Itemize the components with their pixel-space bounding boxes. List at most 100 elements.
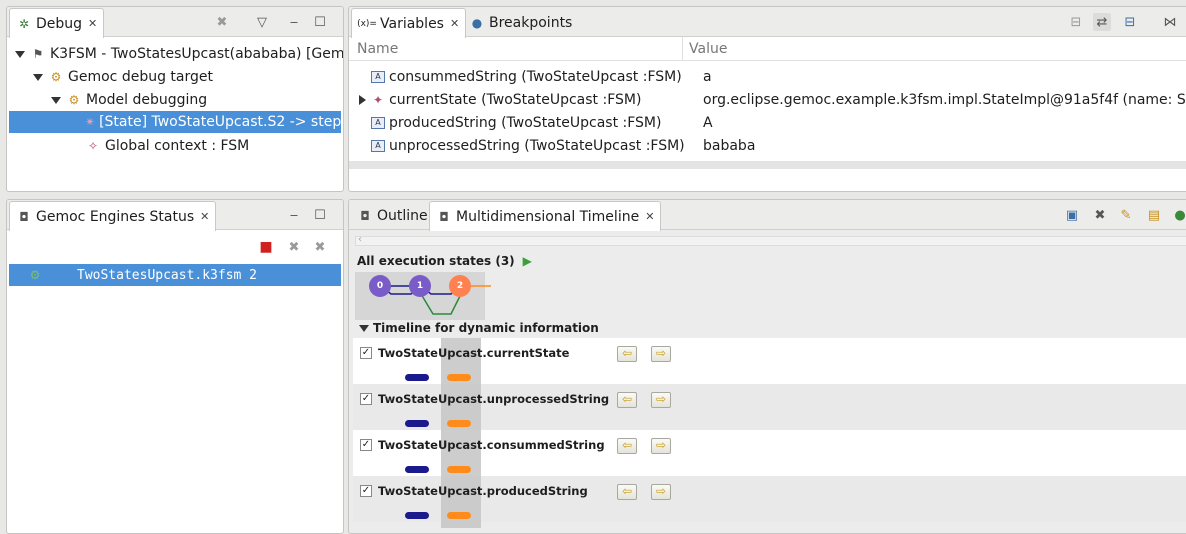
- tree-item-label: [State] TwoStateUpcast.S2 -> step(): [99, 114, 344, 130]
- remove-all-engines-icon[interactable]: ✖: [311, 238, 329, 256]
- view-menu-icon[interactable]: ▽: [253, 13, 271, 31]
- past-value-marker[interactable]: [405, 374, 429, 381]
- minimize-icon[interactable]: ‒: [285, 206, 303, 224]
- current-value-marker[interactable]: [447, 374, 471, 381]
- engine-list-item[interactable]: ⚙ TwoStatesUpcast.k3fsm 2: [9, 264, 341, 286]
- column-value[interactable]: Value: [689, 41, 727, 57]
- variable-value: org.eclipse.gemoc.example.k3fsm.impl.Sta…: [703, 92, 1186, 108]
- step-forward-button[interactable]: ⇨: [651, 346, 671, 362]
- step-forward-button[interactable]: ⇨: [651, 484, 671, 500]
- remove-engine-icon[interactable]: ✖: [285, 238, 303, 256]
- breakpoints-icon: ●: [471, 15, 483, 30]
- timeline-row-checkbox[interactable]: ✓: [360, 393, 372, 405]
- tab-breakpoints-label: Breakpoints: [489, 14, 573, 31]
- past-value-marker[interactable]: [405, 466, 429, 473]
- tree-item-debug-target[interactable]: ⚙ Gemoc debug target: [33, 66, 213, 88]
- expand-icon[interactable]: [359, 324, 369, 332]
- tab-variables-label: Variables: [380, 15, 444, 32]
- all-states-header: All execution states (3) ▶: [357, 254, 532, 268]
- tree-item-launch[interactable]: ⚑ K3FSM - TwoStatesUpcast(abababa) [Gemo…: [15, 43, 343, 65]
- play-icon[interactable]: ▶: [523, 254, 532, 268]
- past-value-marker[interactable]: [405, 512, 429, 519]
- lock-icon[interactable]: ▤: [1145, 206, 1163, 224]
- tree-item-label: Global context : FSM: [105, 138, 250, 154]
- collapse-all-icon[interactable]: ⊟: [1121, 13, 1139, 31]
- close-icon[interactable]: ✕: [200, 210, 209, 223]
- dynamic-info-header[interactable]: Timeline for dynamic information: [359, 321, 599, 335]
- variable-value: a: [703, 69, 712, 85]
- current-value-marker[interactable]: [447, 466, 471, 473]
- step-backward-button[interactable]: ⇦: [617, 438, 637, 454]
- minimize-icon[interactable]: ‒: [285, 13, 303, 31]
- scroll-left-icon[interactable]: ‹: [358, 234, 362, 245]
- tab-debug[interactable]: ✲ Debug ✕: [9, 8, 105, 38]
- step-forward-button[interactable]: ⇨: [651, 438, 671, 454]
- variable-name: currentState (TwoStateUpcast :FSM): [389, 92, 642, 108]
- timeline-tabbar: ◘ Outline ◘ Multidimensional Timeline ✕ …: [349, 200, 1186, 231]
- timeline-row-checkbox[interactable]: ✓: [360, 485, 372, 497]
- current-value-marker[interactable]: [447, 512, 471, 519]
- state-node-0[interactable]: 0: [369, 275, 391, 297]
- timeline-row-checkbox[interactable]: ✓: [360, 439, 372, 451]
- tab-engines-status[interactable]: ◘ Gemoc Engines Status ✕: [9, 201, 217, 231]
- expand-icon[interactable]: [33, 73, 43, 81]
- timeline-row-checkbox[interactable]: ✓: [360, 347, 372, 359]
- state-node-1[interactable]: 1: [409, 275, 431, 297]
- column-divider[interactable]: [682, 37, 683, 61]
- variables-table-header: Name Value: [349, 37, 1186, 61]
- tab-debug-label: Debug: [36, 15, 83, 32]
- step-backward-button[interactable]: ⇦: [617, 392, 637, 408]
- debug-tabbar: ✲ Debug ✕ ✖ ▽ ‒ ☐: [7, 7, 343, 38]
- connect-icon[interactable]: ●: [1171, 206, 1186, 224]
- close-icon[interactable]: ✕: [88, 17, 97, 30]
- tab-engines-label: Gemoc Engines Status: [36, 208, 195, 225]
- close-icon[interactable]: ✕: [450, 17, 459, 30]
- step-backward-button[interactable]: ⇦: [617, 484, 637, 500]
- gemoc-icon: ◘: [439, 209, 449, 224]
- timeline-row-label: TwoStateUpcast.consummedString: [378, 438, 605, 452]
- expand-icon[interactable]: [15, 50, 25, 58]
- tree-item-stack-frame[interactable]: ✴ [State] TwoStateUpcast.S2 -> step(): [9, 111, 344, 133]
- show-logical-structure-icon[interactable]: ⇄: [1093, 13, 1111, 31]
- view-menu-icon[interactable]: ⋈: [1161, 13, 1179, 31]
- gemoc-icon: ◘: [19, 209, 29, 224]
- tab-variables[interactable]: (x)= Variables ✕: [351, 8, 467, 38]
- tab-outline[interactable]: ◘ Outline: [351, 201, 434, 230]
- stop-engine-icon[interactable]: ■: [257, 238, 275, 256]
- variable-name: unprocessedString (TwoStateUpcast :FSM): [389, 138, 685, 154]
- maximize-icon[interactable]: ☐: [311, 13, 329, 31]
- past-value-marker[interactable]: [405, 420, 429, 427]
- engines-tabbar: ◘ Gemoc Engines Status ✕ ‒ ☐: [7, 200, 343, 231]
- close-icon[interactable]: ✕: [645, 210, 654, 223]
- save-icon[interactable]: ▣: [1063, 206, 1081, 224]
- variable-row[interactable]: AconsummedString (TwoStateUpcast :FSM) a: [349, 67, 1186, 90]
- expand-icon[interactable]: [359, 95, 366, 105]
- tree-item-global-context[interactable]: ✧ Global context : FSM: [85, 135, 249, 157]
- tab-breakpoints[interactable]: ● Breakpoints: [463, 8, 578, 37]
- state-node-2[interactable]: 2: [449, 275, 471, 297]
- step-backward-button[interactable]: ⇦: [617, 346, 637, 362]
- open-icon[interactable]: ✎: [1117, 206, 1135, 224]
- remove-icon[interactable]: ✖: [1091, 206, 1109, 224]
- show-type-names-icon[interactable]: ⊟: [1067, 13, 1085, 31]
- variable-row[interactable]: AproducedString (TwoStateUpcast :FSM) A: [349, 113, 1186, 136]
- outline-icon: ◘: [360, 208, 370, 223]
- tree-item-label: Model debugging: [86, 92, 208, 108]
- variable-value: bababa: [703, 138, 756, 154]
- timeline-scrollbar[interactable]: ‹: [355, 234, 1186, 246]
- horizontal-scrollbar[interactable]: [349, 161, 1186, 169]
- variable-name: consummedString (TwoStateUpcast :FSM): [389, 69, 682, 85]
- tab-multidimensional-timeline[interactable]: ◘ Multidimensional Timeline ✕: [429, 201, 662, 231]
- launch-icon: ⚑: [32, 47, 44, 61]
- variable-row[interactable]: AunprocessedString (TwoStateUpcast :FSM)…: [349, 136, 1186, 159]
- reference-icon: ✦: [373, 93, 384, 107]
- expand-icon[interactable]: [51, 96, 61, 104]
- remove-all-terminated-icon[interactable]: ✖: [213, 13, 231, 31]
- current-value-marker[interactable]: [447, 420, 471, 427]
- variables-icon: (x)=: [357, 18, 377, 29]
- variable-row[interactable]: ✦ currentState (TwoStateUpcast :FSM) org.…: [349, 90, 1186, 113]
- maximize-icon[interactable]: ☐: [311, 206, 329, 224]
- step-forward-button[interactable]: ⇨: [651, 392, 671, 408]
- column-name[interactable]: Name: [357, 41, 398, 57]
- tree-item-model-debugging[interactable]: ⚙ Model debugging: [51, 89, 207, 111]
